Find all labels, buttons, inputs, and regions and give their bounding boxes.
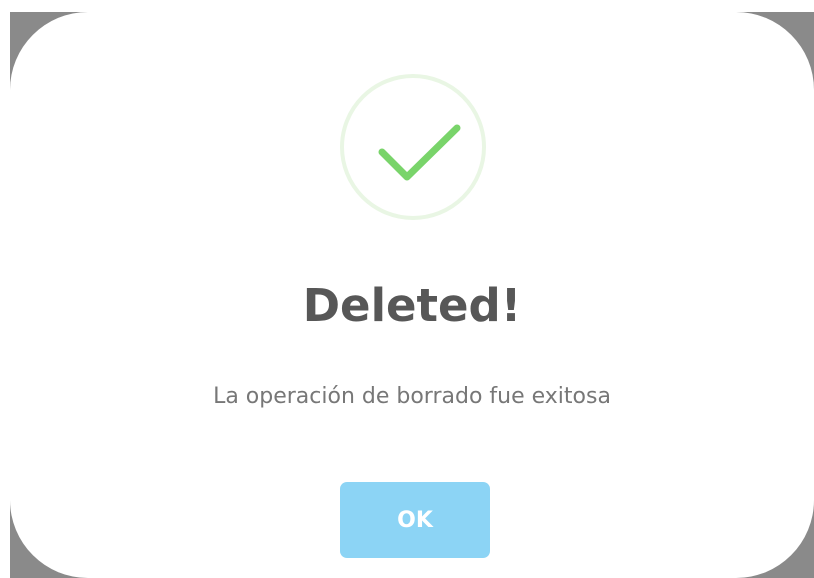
dialog-title: Deleted! — [302, 279, 522, 332]
dialog-message: La operación de borrado fue exitosa — [213, 384, 611, 409]
screen: Deleted! La operación de borrado fue exi… — [0, 0, 814, 578]
success-icon-ring — [340, 74, 486, 220]
success-check-icon — [378, 124, 461, 181]
ok-button[interactable]: OK — [340, 482, 490, 558]
alert-dialog: Deleted! La operación de borrado fue exi… — [10, 12, 814, 578]
